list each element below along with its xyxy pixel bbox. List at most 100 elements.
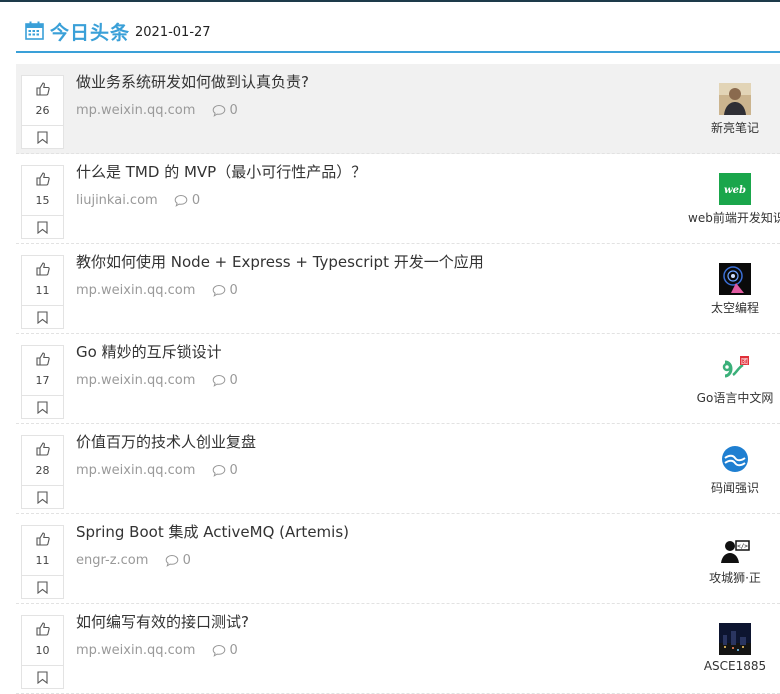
vote-box: 10 (21, 615, 64, 689)
article-source-link[interactable]: engr-z.com (76, 553, 148, 568)
bookmark-button[interactable] (22, 396, 63, 418)
list-item: 28 价值百万的技术人创业复盘 mp.weixin.qq.com 0 码闻强识 (16, 424, 780, 514)
like-button[interactable]: 26 (22, 76, 63, 126)
article-list: 26 做业务系统研发如何做到认真负责? mp.weixin.qq.com 0 新… (16, 64, 780, 694)
svg-text:团: 团 (741, 358, 748, 366)
article-title-link[interactable]: 价值百万的技术人创业复盘 (76, 431, 256, 452)
article-title-link[interactable]: 教你如何使用 Node + Express + Typescript 开发一个应… (76, 251, 484, 272)
coder-avatar[interactable]: </> (719, 533, 751, 565)
top-border (0, 0, 780, 2)
article-source-link[interactable]: mp.weixin.qq.com (76, 643, 195, 658)
article-source-link[interactable]: liujinkai.com (76, 193, 158, 208)
list-item: 11 教你如何使用 Node + Express + Typescript 开发… (16, 244, 780, 334)
author-block[interactable]: 码闻强识 (676, 443, 780, 503)
like-button[interactable]: 10 (22, 616, 63, 666)
bookmark-button[interactable] (22, 216, 63, 238)
author-block[interactable]: 团 Go语言中文网 (676, 353, 780, 413)
comment-count: 0 (182, 553, 191, 568)
like-button[interactable]: 11 (22, 256, 63, 306)
article-source-link[interactable]: mp.weixin.qq.com (76, 463, 195, 478)
author-name: ASCE1885 (703, 659, 767, 673)
section-header: 今日头条 2021-01-27 (16, 17, 780, 53)
vote-box: 11 (21, 525, 64, 599)
thumbs-up-icon (36, 622, 50, 636)
like-count: 26 (35, 104, 50, 117)
bookmark-button[interactable] (22, 576, 63, 598)
space-avatar[interactable] (719, 263, 751, 295)
bookmark-button[interactable] (22, 126, 63, 148)
article-title-link[interactable]: Go 精妙的互斥锁设计 (76, 341, 222, 362)
bookmark-icon (37, 131, 48, 144)
article-meta: mp.weixin.qq.com 0 (76, 283, 238, 298)
like-count: 28 (35, 464, 50, 477)
portrait-avatar[interactable] (719, 83, 751, 115)
article-source-link[interactable]: mp.weixin.qq.com (76, 283, 195, 298)
comment-link[interactable]: 0 (212, 103, 238, 118)
article-title-link[interactable]: 什么是 TMD 的 MVP（最小可行性产品）？ (76, 161, 366, 182)
author-block[interactable]: 新亮笔记 (676, 83, 780, 143)
comment-link[interactable]: 0 (212, 373, 238, 388)
comment-icon (212, 284, 225, 297)
night-city-avatar[interactable] (719, 623, 751, 655)
article-meta: mp.weixin.qq.com 0 (76, 373, 238, 388)
svg-text:web: web (724, 185, 746, 196)
comment-icon (212, 644, 225, 657)
comment-icon (174, 194, 188, 207)
list-item: 15 什么是 TMD 的 MVP（最小可行性产品）？ liujinkai.com… (16, 154, 780, 244)
like-button[interactable]: 15 (22, 166, 63, 216)
like-count: 11 (35, 284, 50, 297)
bookmark-button[interactable] (22, 306, 63, 328)
comment-link[interactable]: 0 (165, 553, 191, 568)
bookmark-button[interactable] (22, 486, 63, 508)
author-name: 攻城狮·正 (709, 571, 761, 585)
svg-text:</>: </> (737, 543, 748, 550)
author-block[interactable]: ASCE1885 (676, 623, 780, 683)
blue-circle-avatar[interactable] (719, 443, 751, 475)
bookmark-icon (37, 581, 48, 594)
section-date: 2021-01-27 (135, 25, 211, 40)
article-meta: mp.weixin.qq.com 0 (76, 103, 238, 118)
bookmark-icon (37, 311, 48, 324)
comment-link[interactable]: 0 (174, 193, 200, 208)
author-name: Go语言中文网 (696, 391, 774, 405)
comment-link[interactable]: 0 (212, 463, 238, 478)
list-item: 11 Spring Boot 集成 ActiveMQ (Artemis) eng… (16, 514, 780, 604)
author-name: 太空编程 (710, 301, 759, 315)
author-name: 码闻强识 (710, 481, 759, 495)
like-count: 15 (35, 194, 50, 207)
list-item: 10 如何编写有效的接口测试? mp.weixin.qq.com 0 ASCE1… (16, 604, 780, 694)
article-title-link[interactable]: Spring Boot 集成 ActiveMQ (Artemis) (76, 521, 349, 542)
like-button[interactable]: 11 (22, 526, 63, 576)
thumbs-up-icon (36, 352, 50, 366)
article-meta: mp.weixin.qq.com 0 (76, 463, 238, 478)
web-logo-avatar[interactable]: web (719, 173, 751, 205)
bookmark-icon (37, 671, 48, 684)
comment-icon (212, 374, 225, 387)
comment-count: 0 (229, 643, 238, 658)
author-block[interactable]: web web前端开发知识 (676, 173, 780, 233)
vote-box: 17 (21, 345, 64, 419)
bookmark-button[interactable] (22, 666, 63, 688)
thumbs-up-icon (36, 172, 50, 186)
section-title: 今日头条 (50, 22, 131, 44)
author-block[interactable]: 太空编程 (676, 263, 780, 323)
like-button[interactable]: 17 (22, 346, 63, 396)
author-block[interactable]: </> 攻城狮·正 (676, 533, 780, 593)
comment-count: 0 (229, 373, 238, 388)
article-meta: mp.weixin.qq.com 0 (76, 643, 238, 658)
comment-link[interactable]: 0 (212, 643, 238, 658)
bookmark-icon (37, 221, 48, 234)
like-button[interactable]: 28 (22, 436, 63, 486)
like-count: 17 (35, 374, 50, 387)
thumbs-up-icon (36, 442, 50, 456)
thumbs-up-icon (36, 262, 50, 276)
comment-link[interactable]: 0 (212, 283, 238, 298)
article-title-link[interactable]: 做业务系统研发如何做到认真负责? (76, 71, 309, 92)
go-gopher-avatar[interactable]: 团 (719, 353, 751, 385)
article-title-link[interactable]: 如何编写有效的接口测试? (76, 611, 249, 632)
article-source-link[interactable]: mp.weixin.qq.com (76, 373, 195, 388)
like-count: 11 (35, 554, 50, 567)
article-source-link[interactable]: mp.weixin.qq.com (76, 103, 195, 118)
article-meta: engr-z.com 0 (76, 553, 191, 568)
vote-box: 28 (21, 435, 64, 509)
